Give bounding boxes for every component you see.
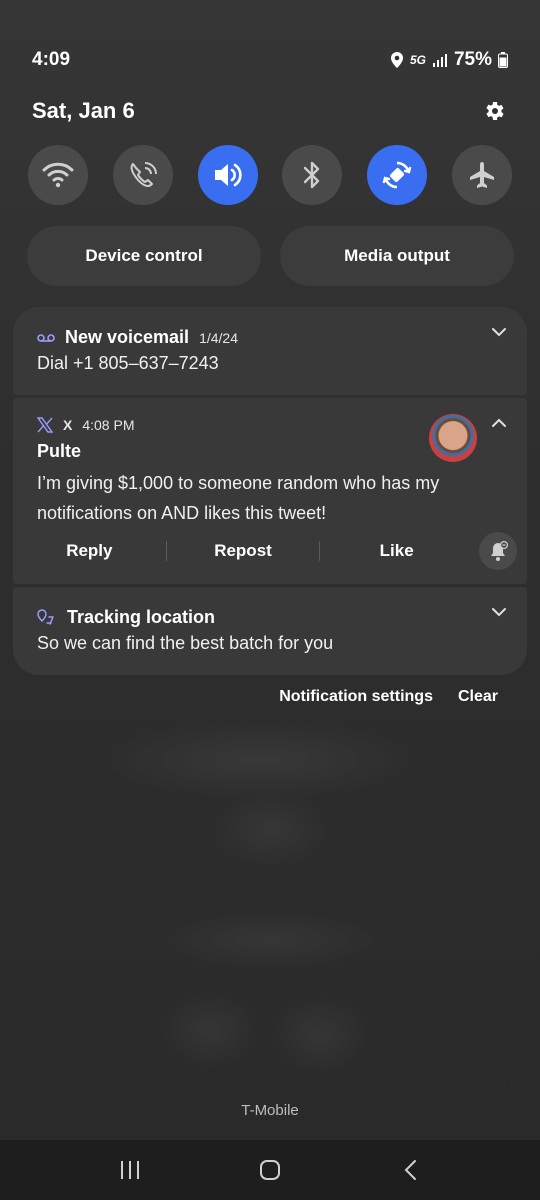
status-icons: 5G 75% (390, 49, 508, 71)
reply-button[interactable]: Reply (13, 541, 166, 561)
notification-actions: Reply Repost Like (13, 536, 473, 566)
notification-body: I’m giving $1,000 to someone random who … (37, 473, 440, 523)
sound-icon (214, 163, 242, 187)
notification-footer: Notification settings Clear (279, 688, 498, 706)
notification-app-name: X (63, 417, 73, 433)
quick-settings-row (28, 145, 512, 205)
collapse-chevron-icon[interactable] (491, 418, 507, 428)
voicemail-notification[interactable]: New voicemail 1/4/24 Dial +1 805–637–724… (13, 307, 527, 395)
notification-header: New voicemail 1/4/24 (37, 327, 238, 348)
back-icon (404, 1160, 416, 1180)
notification-settings-button[interactable]: Notification settings (279, 688, 433, 706)
recents-button[interactable] (100, 1148, 160, 1192)
sender-avatar (429, 414, 477, 462)
wifi-icon (42, 162, 74, 188)
media-output-button[interactable]: Media output (280, 226, 514, 286)
quick-action-pills: Device control Media output (27, 226, 514, 286)
airplane-toggle[interactable] (451, 145, 512, 205)
notification-sender: Pulte (37, 441, 82, 461)
wifi-calling-toggle[interactable] (112, 145, 173, 205)
clear-button[interactable]: Clear (458, 688, 498, 706)
notification-body: So we can find the best batch for you (37, 633, 334, 653)
voicemail-icon (37, 333, 55, 342)
notification-header: Tracking location (37, 607, 215, 628)
notification-header: X 4:08 PM (37, 417, 134, 433)
expand-chevron-icon[interactable] (491, 607, 507, 617)
status-bar: 4:09 5G 75% (32, 46, 508, 74)
network-type: 5G (409, 53, 426, 67)
bell-icon (491, 540, 509, 561)
notification-alert-settings-button[interactable] (479, 532, 517, 570)
panel-header: Sat, Jan 6 (32, 96, 506, 126)
home-icon (260, 1160, 280, 1180)
recents-icon (121, 1161, 139, 1179)
battery-icon (498, 52, 508, 68)
airplane-icon (469, 162, 494, 188)
x-logo-icon (37, 417, 53, 433)
bluetooth-icon (304, 161, 320, 189)
battery-percent: 75% (453, 49, 492, 70)
bluetooth-toggle[interactable] (282, 145, 343, 205)
clock: 4:09 (32, 49, 71, 70)
auto-rotate-icon (382, 161, 412, 189)
tracking-location-notification[interactable]: Tracking location So we can find the bes… (13, 587, 527, 675)
expand-chevron-icon[interactable] (491, 327, 507, 337)
wifi-calling-icon (130, 162, 157, 187)
sound-toggle[interactable] (197, 145, 258, 205)
notification-title: New voicemail (65, 327, 190, 347)
auto-rotate-toggle[interactable] (367, 145, 428, 205)
settings-gear-icon[interactable] (482, 99, 506, 123)
repost-button[interactable]: Repost (167, 541, 320, 561)
location-icon (390, 52, 403, 68)
home-button[interactable] (240, 1148, 300, 1192)
device-control-button[interactable]: Device control (27, 226, 261, 286)
carrier-label: T-Mobile (241, 1102, 299, 1119)
tracking-location-icon (37, 608, 54, 625)
notification-time: 1/4/24 (199, 329, 238, 346)
signal-icon (432, 54, 447, 67)
navigation-bar (0, 1140, 540, 1200)
x-notification[interactable]: X 4:08 PM Pulte I’m giving $1,000 to som… (13, 398, 527, 584)
notification-time: 4:08 PM (82, 417, 135, 433)
back-button[interactable] (380, 1148, 440, 1192)
date-label: Sat, Jan 6 (32, 98, 135, 123)
like-button[interactable]: Like (320, 541, 473, 561)
wifi-toggle[interactable] (28, 145, 88, 205)
notification-title: Tracking location (67, 607, 216, 627)
notification-body: Dial +1 805–637–7243 (37, 353, 219, 373)
